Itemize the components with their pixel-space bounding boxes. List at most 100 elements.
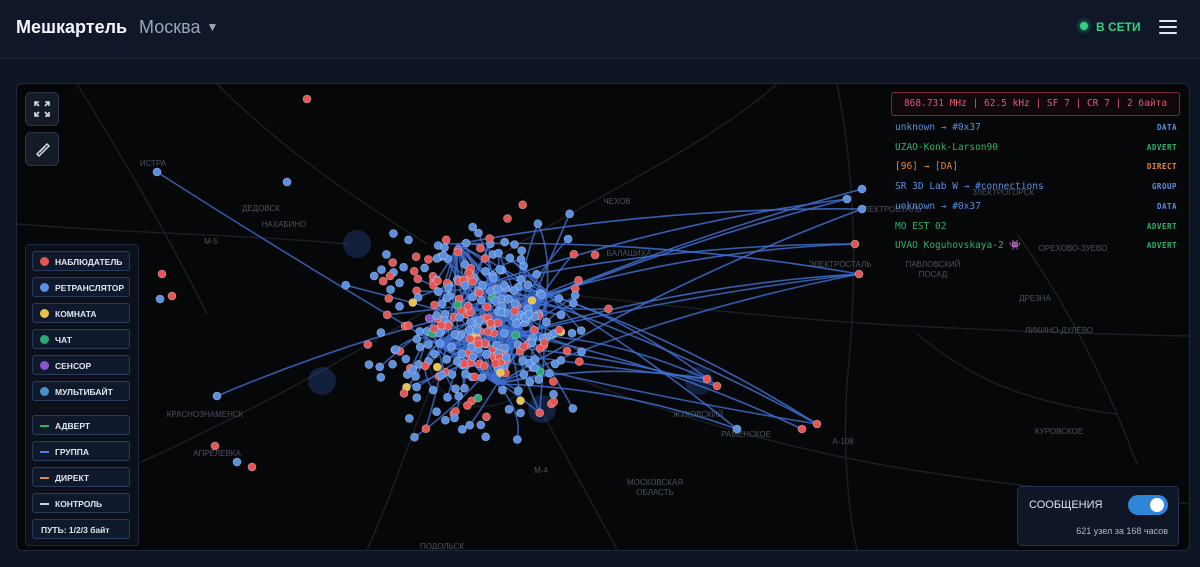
node-observer[interactable] xyxy=(474,288,484,298)
node-repeater[interactable] xyxy=(576,326,586,335)
node-repeater[interactable] xyxy=(857,184,867,194)
node-repeater[interactable] xyxy=(399,262,408,272)
node-repeater[interactable] xyxy=(490,296,500,305)
node-observer[interactable] xyxy=(411,252,421,261)
feed-item[interactable]: MO EST 02 ADVERT xyxy=(895,221,1177,235)
node-repeater[interactable] xyxy=(500,237,510,247)
node-repeater[interactable] xyxy=(500,280,509,290)
node-repeater[interactable] xyxy=(375,362,385,372)
node-repeater[interactable] xyxy=(447,342,456,352)
node-observer[interactable] xyxy=(463,401,472,410)
node-repeater[interactable] xyxy=(451,384,460,394)
node-repeater[interactable] xyxy=(450,413,459,423)
node-repeater[interactable] xyxy=(501,353,511,362)
node-observer[interactable] xyxy=(420,361,430,371)
node-repeater[interactable] xyxy=(550,359,560,369)
node-repeater[interactable] xyxy=(523,280,533,289)
node-repeater[interactable] xyxy=(510,299,520,308)
node-repeater[interactable] xyxy=(542,317,551,327)
node-observer[interactable] xyxy=(444,321,453,331)
node-repeater[interactable] xyxy=(568,404,578,413)
node-repeater[interactable] xyxy=(554,294,564,303)
node-repeater[interactable] xyxy=(450,329,459,339)
node-repeater[interactable] xyxy=(482,350,491,359)
node-repeater[interactable] xyxy=(842,194,852,204)
node-repeater[interactable] xyxy=(512,319,521,328)
node-room[interactable] xyxy=(516,396,525,406)
node-observer[interactable] xyxy=(554,325,564,335)
legend-room[interactable]: КОМНАТА xyxy=(32,303,130,323)
node-observer[interactable] xyxy=(453,247,463,257)
node-repeater[interactable] xyxy=(504,404,514,414)
feed-item[interactable]: UVAO Koguhovskaya-2 👾 ADVERT xyxy=(895,240,1177,254)
node-repeater[interactable] xyxy=(395,278,404,288)
node-repeater[interactable] xyxy=(569,298,578,308)
node-repeater[interactable] xyxy=(376,328,386,337)
node-observer[interactable] xyxy=(569,249,579,259)
node-observer[interactable] xyxy=(475,243,485,253)
node-observer[interactable] xyxy=(812,419,822,429)
node-repeater[interactable] xyxy=(516,255,526,264)
node-repeater[interactable] xyxy=(388,359,397,369)
node-observer[interactable] xyxy=(479,361,489,371)
feed-item[interactable]: UZAO-Konk-Larson90 ADVERT xyxy=(895,142,1177,156)
node-repeater[interactable] xyxy=(477,295,486,305)
node-observer[interactable] xyxy=(404,321,413,330)
node-observer[interactable] xyxy=(463,301,473,311)
node-sensor[interactable] xyxy=(424,314,434,323)
node-repeater[interactable] xyxy=(404,235,413,245)
node-repeater[interactable] xyxy=(391,345,400,354)
legend-multibyte[interactable]: МУЛЬТИБАЙТ xyxy=(32,381,130,401)
legend-repeater[interactable]: РЕТРАНСЛЯТОР xyxy=(32,277,130,297)
node-repeater[interactable] xyxy=(517,246,527,255)
node-repeater[interactable] xyxy=(376,372,386,382)
node-observer[interactable] xyxy=(382,310,392,320)
node-observer[interactable] xyxy=(480,254,490,263)
node-repeater[interactable] xyxy=(408,365,418,374)
node-repeater[interactable] xyxy=(510,240,519,249)
node-repeater[interactable] xyxy=(496,307,506,317)
node-repeater[interactable] xyxy=(444,283,453,293)
feed-item[interactable]: unknown → #0x37 DATA xyxy=(895,122,1177,136)
feed-item[interactable]: [96] → [DA] DIRECT xyxy=(895,161,1177,175)
node-repeater[interactable] xyxy=(435,339,445,348)
node-observer[interactable] xyxy=(473,339,483,349)
node-repeater[interactable] xyxy=(437,370,446,380)
node-repeater[interactable] xyxy=(460,281,470,290)
node-repeater[interactable] xyxy=(492,340,501,350)
node-repeater[interactable] xyxy=(377,265,386,274)
node-repeater[interactable] xyxy=(415,327,425,336)
node-repeater[interactable] xyxy=(516,274,526,284)
node-repeater[interactable] xyxy=(468,352,478,362)
node-observer[interactable] xyxy=(167,291,177,301)
node-chat[interactable] xyxy=(453,300,462,309)
node-repeater[interactable] xyxy=(152,167,162,177)
node-repeater[interactable] xyxy=(527,338,537,348)
node-observer[interactable] xyxy=(385,271,395,281)
node-observer[interactable] xyxy=(540,337,549,347)
node-repeater[interactable] xyxy=(382,250,391,259)
node-observer[interactable] xyxy=(850,239,860,249)
node-repeater[interactable] xyxy=(570,291,580,300)
node-observer[interactable] xyxy=(409,266,419,276)
node-repeater[interactable] xyxy=(282,177,292,187)
node-observer[interactable] xyxy=(854,269,864,279)
node-observer[interactable] xyxy=(441,235,451,245)
node-observer[interactable] xyxy=(470,372,480,382)
node-repeater[interactable] xyxy=(505,253,515,263)
node-repeater[interactable] xyxy=(464,325,474,335)
node-room[interactable] xyxy=(495,368,505,378)
node-repeater[interactable] xyxy=(455,313,464,322)
node-repeater[interactable] xyxy=(524,309,534,319)
node-repeater[interactable] xyxy=(509,286,519,295)
node-repeater[interactable] xyxy=(232,457,242,467)
node-repeater[interactable] xyxy=(493,285,502,294)
node-repeater[interactable] xyxy=(386,285,395,294)
node-observer[interactable] xyxy=(503,214,512,223)
legend-group[interactable]: ГРУППА xyxy=(32,441,130,461)
node-repeater[interactable] xyxy=(518,356,527,366)
node-repeater[interactable] xyxy=(461,238,471,248)
node-repeater[interactable] xyxy=(500,328,509,338)
node-repeater[interactable] xyxy=(412,393,422,403)
measure-button[interactable] xyxy=(25,132,59,166)
